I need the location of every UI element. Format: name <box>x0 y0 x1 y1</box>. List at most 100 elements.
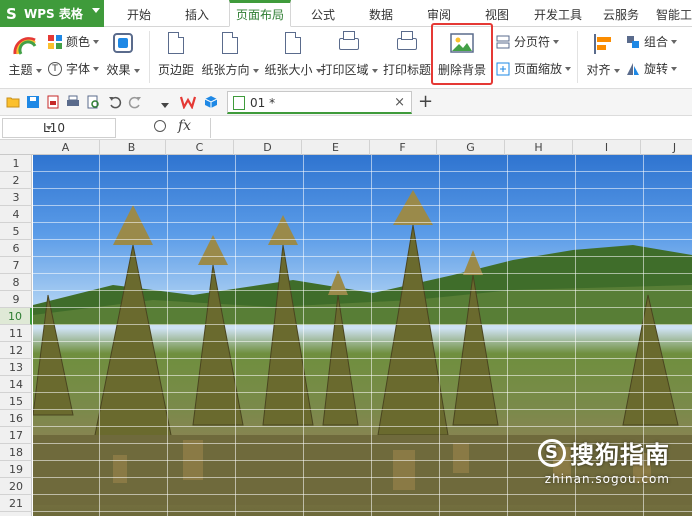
column-header[interactable]: J <box>641 140 692 155</box>
fonts-button[interactable]: T 字体 <box>48 60 100 77</box>
close-icon[interactable]: × <box>394 95 405 110</box>
paper-size-button[interactable]: 纸张大小 <box>264 30 322 86</box>
open-folder-icon[interactable] <box>6 95 20 109</box>
customize-toolbar-icon[interactable] <box>158 98 172 112</box>
group-label: 组合 <box>644 35 669 49</box>
undo-icon[interactable] <box>108 95 122 109</box>
page-break-button[interactable]: 分页符 <box>496 33 560 50</box>
tab-developer[interactable]: 开发工具 <box>530 0 586 27</box>
colors-icon <box>48 34 62 49</box>
orientation-button[interactable]: 纸张方向 <box>201 30 259 86</box>
row-header[interactable]: 12 <box>0 342 32 359</box>
spreadsheet-icon <box>233 96 245 110</box>
chevron-down-icon <box>92 8 100 13</box>
chevron-down-icon <box>671 66 678 71</box>
row-header[interactable]: 21 <box>0 495 32 512</box>
save-icon[interactable] <box>26 95 40 109</box>
formula-input[interactable] <box>210 118 690 138</box>
print-icon[interactable] <box>66 95 80 109</box>
colors-button[interactable]: 颜色 <box>48 33 100 50</box>
app-menu-button[interactable]: S WPS 表格 <box>0 0 104 27</box>
insert-function-button[interactable]: fx <box>178 118 191 134</box>
group-icon <box>627 35 639 48</box>
new-tab-icon[interactable]: + <box>418 91 433 112</box>
chevron-down-icon <box>671 39 678 44</box>
row-header[interactable]: 20 <box>0 478 32 495</box>
print-preview-icon[interactable] <box>86 95 100 109</box>
theme-icon <box>12 30 38 58</box>
colors-label: 颜色 <box>66 35 91 49</box>
row-header[interactable]: 4 <box>0 206 32 223</box>
quick-access-toolbar: 01 * × + <box>0 89 692 116</box>
row-header[interactable]: 19 <box>0 461 32 478</box>
print-titles-button[interactable]: 打印标题 <box>383 30 431 86</box>
tab-home[interactable]: 开始 <box>118 0 160 27</box>
document-tab-name: 01 * <box>250 96 276 110</box>
tab-insert[interactable]: 插入 <box>176 0 218 27</box>
column-header[interactable]: G <box>437 140 505 155</box>
export-pdf-icon[interactable] <box>46 95 60 109</box>
column-header[interactable]: A <box>32 140 100 155</box>
column-header[interactable]: B <box>98 140 166 155</box>
group-button[interactable]: 组合 <box>626 33 678 50</box>
delete-background-highlight <box>431 23 493 85</box>
paper-size-icon <box>280 30 306 58</box>
effects-label: 效果 <box>106 63 131 77</box>
margins-button[interactable]: 页边距 <box>156 30 196 86</box>
row-header[interactable]: 11 <box>0 325 32 342</box>
theme-button[interactable]: 主题 <box>6 30 44 86</box>
sheet-background-image[interactable]: S 搜狗指南 zhinan.sogou.com <box>33 155 692 516</box>
row-header[interactable]: 17 <box>0 427 32 444</box>
column-header[interactable]: E <box>302 140 370 155</box>
wps-logo-icon: S <box>6 4 17 23</box>
row-header[interactable]: 3 <box>0 189 32 206</box>
page-break-label: 分页符 <box>514 35 551 49</box>
effects-button[interactable]: 效果 <box>104 30 142 86</box>
search-icon[interactable] <box>154 120 166 132</box>
column-header[interactable]: D <box>234 140 302 155</box>
row-header[interactable]: 15 <box>0 393 32 410</box>
tab-cloud[interactable]: 云服务 <box>598 0 644 27</box>
page-zoom-button[interactable]: 页面缩放 <box>496 60 572 77</box>
row-header[interactable]: 16 <box>0 410 32 427</box>
rotate-button[interactable]: 旋转 <box>626 60 678 77</box>
fonts-label: 字体 <box>66 62 91 76</box>
row-header[interactable]: 2 <box>0 172 32 189</box>
tab-smart[interactable]: 智能工 <box>652 0 692 27</box>
column-header[interactable]: C <box>166 140 234 155</box>
column-headers: ABCDEFGHIJ <box>0 140 692 155</box>
menu-bar: S WPS 表格 开始 插入 页面布局 公式 数据 审阅 视图 开发工具 云服务… <box>0 0 692 27</box>
column-header[interactable]: H <box>505 140 573 155</box>
sogou-logo-icon: S <box>538 438 566 467</box>
print-titles-icon <box>394 30 420 58</box>
row-header[interactable]: 14 <box>0 376 32 393</box>
name-box[interactable]: L10 <box>2 118 116 138</box>
row-header[interactable]: 7 <box>0 257 32 274</box>
align-button[interactable]: 对齐 <box>584 30 622 86</box>
document-tab[interactable]: 01 * × <box>227 91 412 114</box>
tab-formulas[interactable]: 公式 <box>302 0 344 27</box>
chevron-down-icon <box>371 68 378 73</box>
ribbon-divider <box>577 31 578 83</box>
row-header[interactable]: 5 <box>0 223 32 240</box>
print-area-button[interactable]: 打印区域 <box>320 30 378 86</box>
column-header[interactable]: F <box>369 140 437 155</box>
align-label: 对齐 <box>586 63 611 77</box>
column-header[interactable]: I <box>573 140 641 155</box>
row-header[interactable]: 18 <box>0 444 32 461</box>
wps-docs-icon[interactable] <box>179 95 197 110</box>
row-header[interactable]: 13 <box>0 359 32 376</box>
row-header[interactable]: 9 <box>0 291 32 308</box>
theme-label: 主题 <box>8 63 33 77</box>
orientation-label: 纸张方向 <box>201 63 250 77</box>
tab-page-layout[interactable]: 页面布局 <box>229 0 291 27</box>
row-header[interactable]: 8 <box>0 274 32 291</box>
redo-icon[interactable] <box>128 95 142 109</box>
cube-icon[interactable] <box>204 95 218 109</box>
row-header[interactable]: 1 <box>0 155 32 172</box>
align-icon <box>590 30 616 58</box>
row-header[interactable]: 10 <box>0 308 32 325</box>
chevron-down-icon <box>46 126 52 130</box>
tab-data[interactable]: 数据 <box>360 0 402 27</box>
row-header[interactable]: 6 <box>0 240 32 257</box>
